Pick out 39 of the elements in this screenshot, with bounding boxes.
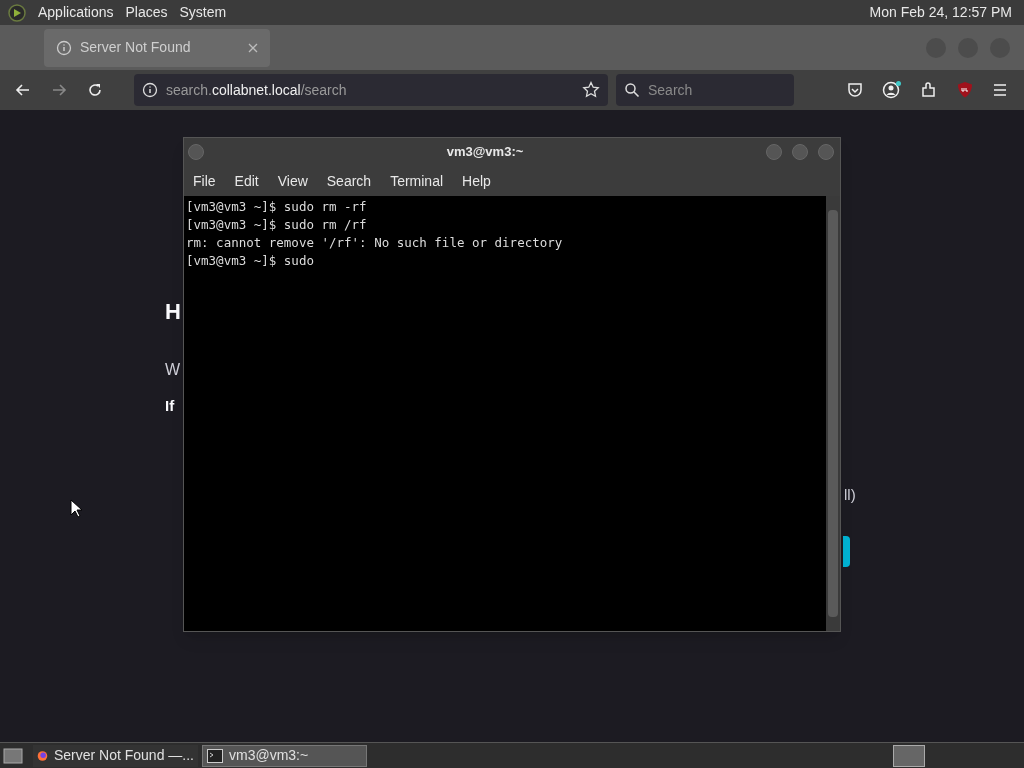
info-icon bbox=[142, 82, 158, 98]
terminal-icon bbox=[207, 748, 223, 763]
star-icon[interactable] bbox=[582, 81, 600, 99]
try-again-button[interactable] bbox=[843, 536, 850, 567]
page-text: W bbox=[165, 360, 181, 380]
panel-menu[interactable]: Applications bbox=[38, 2, 114, 23]
scrollbar-thumb[interactable] bbox=[828, 210, 838, 617]
page-heading: H bbox=[165, 298, 181, 326]
browser-tab[interactable]: Server Not Found bbox=[44, 28, 270, 67]
menu-item[interactable]: Edit bbox=[234, 170, 259, 192]
page-text: ll) bbox=[844, 484, 856, 505]
menu-item[interactable]: File bbox=[193, 170, 216, 192]
url-text: search.collabnet.local/search bbox=[166, 80, 348, 100]
account-icon[interactable] bbox=[882, 80, 902, 100]
info-icon bbox=[56, 39, 72, 56]
reload-icon[interactable] bbox=[86, 81, 104, 99]
menu-icon[interactable] bbox=[992, 82, 1008, 98]
scrollbar[interactable] bbox=[826, 196, 840, 631]
mouse-pointer-icon bbox=[70, 499, 82, 519]
desktop-icon[interactable] bbox=[3, 746, 23, 765]
page-text: If bbox=[165, 396, 175, 416]
window-title: vm3@vm3:~ bbox=[445, 143, 525, 162]
menu-item[interactable]: View bbox=[277, 170, 308, 192]
menu-item[interactable]: Help bbox=[462, 170, 491, 192]
clock[interactable]: Mon Feb 24, 12:57 PM bbox=[869, 2, 1016, 23]
menu-item[interactable]: Search bbox=[326, 170, 372, 192]
pocket-icon[interactable] bbox=[846, 81, 864, 99]
taskbar-button[interactable]: vm3@vm3:~ bbox=[202, 744, 367, 767]
menu-item[interactable]: Terminal bbox=[390, 170, 444, 192]
logo-icon[interactable] bbox=[8, 3, 26, 22]
taskbar-button[interactable]: Server Not Found —... bbox=[33, 744, 198, 767]
search-input[interactable]: Search bbox=[648, 79, 778, 101]
search-field[interactable]: Search bbox=[616, 74, 794, 106]
panel-menu[interactable]: System bbox=[179, 2, 227, 23]
workspace-switcher[interactable] bbox=[893, 744, 925, 767]
close-icon[interactable] bbox=[248, 42, 258, 53]
search-icon bbox=[624, 82, 640, 98]
panel-menu[interactable]: Places bbox=[125, 2, 168, 23]
address-bar[interactable]: search.collabnet.local/search bbox=[134, 74, 608, 106]
